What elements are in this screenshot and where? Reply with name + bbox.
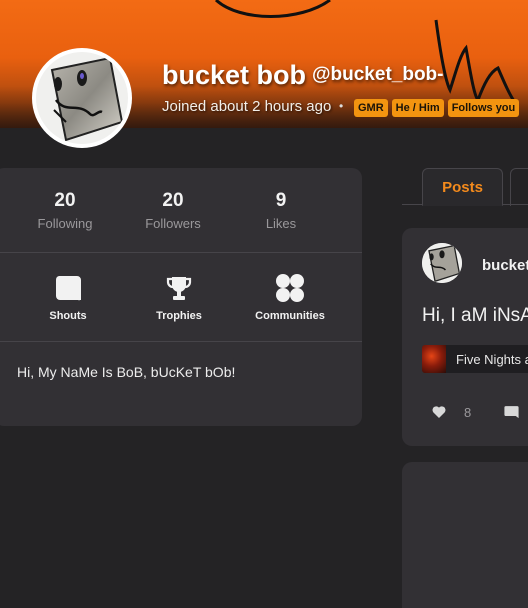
- post-card[interactable]: bucket Hi, I aM iNsA Five Nights a 8: [402, 228, 528, 446]
- likes-count: 9: [275, 190, 287, 211]
- communities-button[interactable]: Communities: [235, 272, 345, 322]
- heart-icon[interactable]: [431, 404, 447, 420]
- post-card-next[interactable]: [402, 462, 528, 608]
- profile-bio: Hi, My NaMe Is BoB, bUcKeT bOb!: [17, 364, 236, 380]
- stat-following[interactable]: 20 Following: [15, 190, 115, 231]
- profile-display-name: bucket bob: [162, 60, 307, 90]
- badge-gmr: GMR: [354, 99, 388, 117]
- joined-date: Joined about 2 hours ago: [162, 98, 332, 115]
- stats-divider: [0, 252, 362, 253]
- likes-label: Likes: [265, 216, 297, 231]
- profile-handle: @bucket_bob-: [312, 64, 444, 85]
- communities-label: Communities: [255, 310, 325, 322]
- tab-next[interactable]: [510, 168, 528, 206]
- following-label: Following: [37, 216, 93, 231]
- shouts-label: Shouts: [49, 310, 87, 322]
- trophies-label: Trophies: [156, 310, 202, 322]
- game-thumbnail: [422, 345, 446, 373]
- stat-likes[interactable]: 9 Likes: [231, 190, 331, 231]
- like-count: 8: [464, 405, 472, 420]
- tab-posts[interactable]: Posts: [422, 168, 503, 206]
- badge-pronouns: He / Him: [391, 99, 444, 117]
- profile-avatar[interactable]: [32, 48, 132, 148]
- post-game-tag[interactable]: Five Nights a: [422, 345, 528, 373]
- actions-divider: [0, 341, 362, 342]
- badge-follows-you: Follows you: [447, 99, 520, 117]
- game-name: Five Nights a: [456, 352, 528, 367]
- shout-icon: [55, 276, 82, 301]
- post-text: Hi, I aM iNsA: [422, 305, 528, 326]
- profile-badges: GMR He / Him Follows you: [354, 99, 520, 117]
- profile-sidebar-card: 20 Following 20 Followers 9 Likes Shouts: [0, 168, 362, 426]
- communities-icon: [276, 274, 304, 302]
- shouts-button[interactable]: Shouts: [13, 272, 123, 322]
- followers-count: 20: [162, 190, 184, 211]
- stat-followers[interactable]: 20 Followers: [123, 190, 223, 231]
- following-count: 20: [54, 190, 76, 211]
- post-author-name[interactable]: bucket: [482, 257, 528, 274]
- profile-stats: 20 Following 20 Followers 9 Likes: [0, 168, 356, 252]
- post-avatar-art: [422, 243, 462, 283]
- trophies-button[interactable]: Trophies: [124, 272, 234, 322]
- followers-label: Followers: [145, 216, 201, 231]
- meta-separator: •: [339, 99, 344, 113]
- post-author-avatar[interactable]: [422, 243, 462, 283]
- trophy-icon: [166, 277, 192, 300]
- comment-icon[interactable]: [503, 404, 520, 421]
- bucket-bob-avatar-art: [36, 52, 128, 144]
